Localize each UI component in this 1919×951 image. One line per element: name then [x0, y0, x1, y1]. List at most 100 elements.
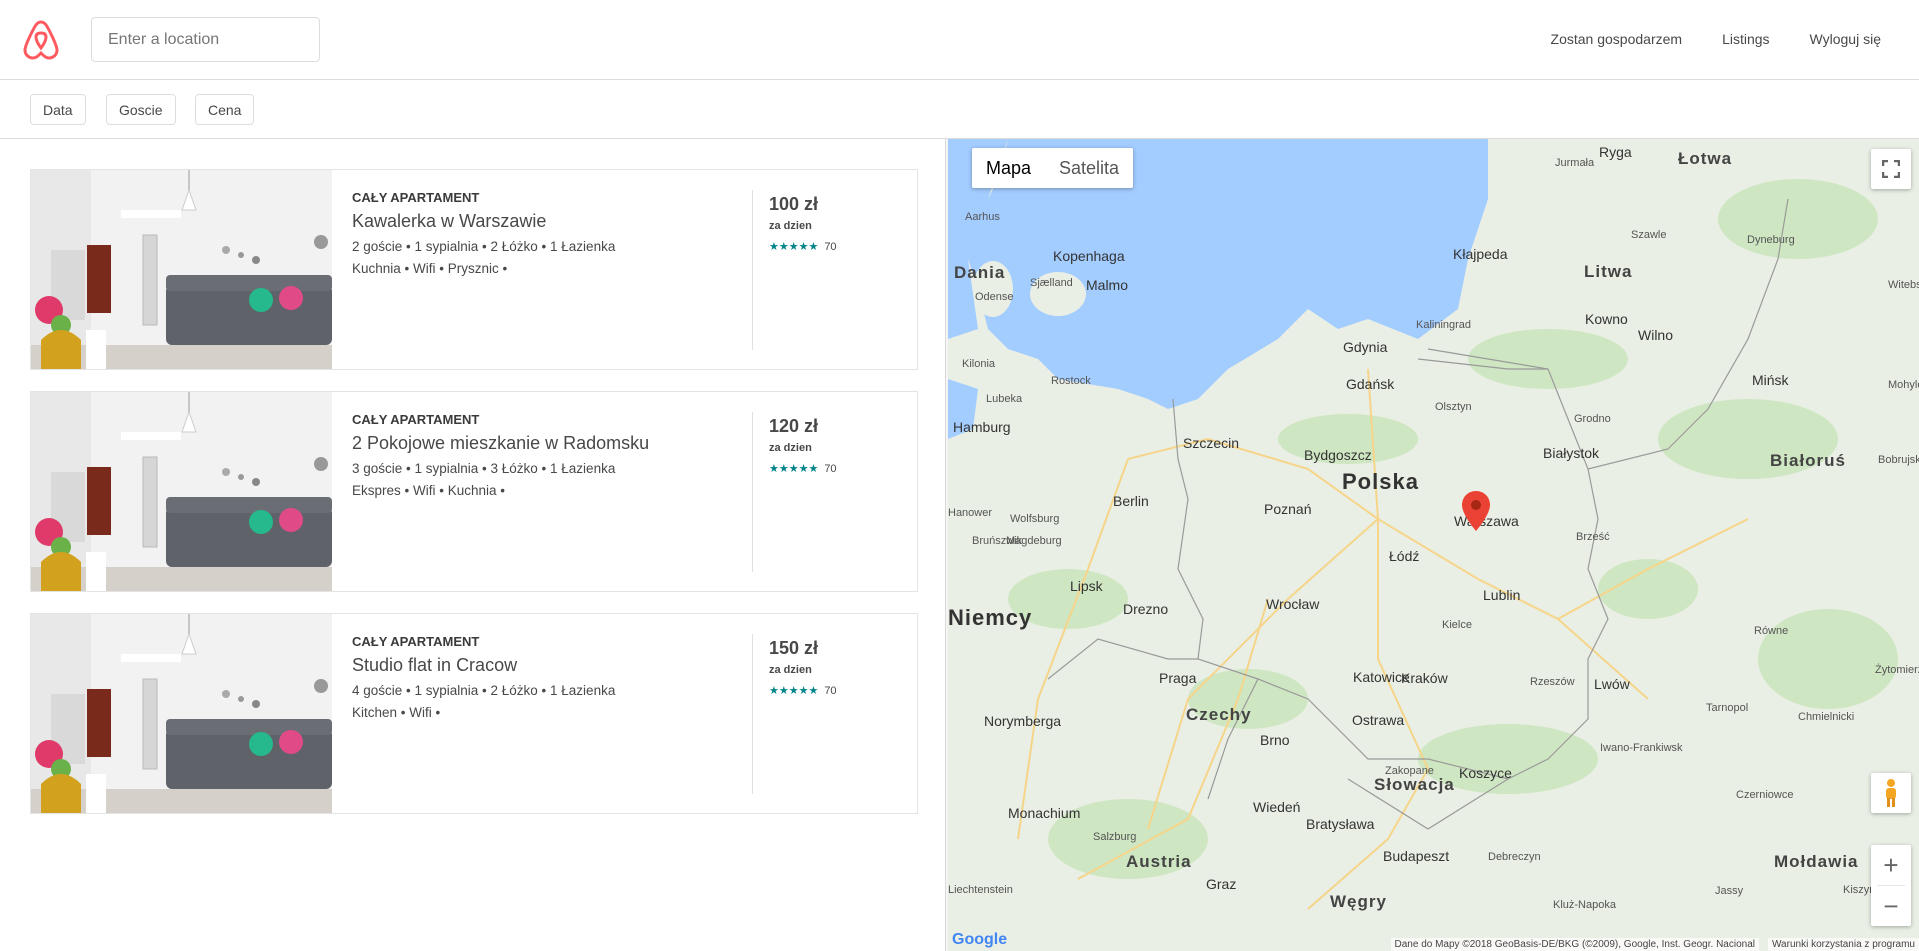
map-label-city: Jurmała: [1555, 157, 1595, 169]
listing-photo[interactable]: [31, 170, 332, 369]
listing-title[interactable]: 2 Pokojowe mieszkanie w Radomsku: [352, 433, 732, 454]
map-label-country: Austria: [1126, 852, 1192, 871]
listing-title[interactable]: Kawalerka w Warszawie: [352, 211, 732, 232]
map-label-country: Białoruś: [1770, 451, 1847, 470]
listing-info: CAŁY APARTAMENT Kawalerka w Warszawie 2 …: [352, 190, 732, 276]
map-label-city: Poznań: [1264, 501, 1312, 517]
listing-price-block: 100 zł za dzien ★★★★★ 70: [769, 194, 837, 253]
map-type-map-button[interactable]: Mapa: [972, 148, 1045, 188]
listing-price: 100 zł: [769, 194, 819, 214]
nav-become-host-link[interactable]: Zostan gospodarzem: [1551, 31, 1683, 47]
map-label-country: Czechy: [1186, 705, 1252, 724]
map-label-city: Żytomierz: [1875, 664, 1919, 676]
listing-photo[interactable]: [31, 614, 332, 813]
map-terms-link[interactable]: Warunki korzystania z programu: [1767, 938, 1919, 951]
map-label-city: Olsztyn: [1435, 401, 1472, 413]
map-label-country: Łotwa: [1678, 149, 1733, 168]
map-label-city: Bratysława: [1306, 816, 1375, 832]
map-label-city: Aarhus: [965, 211, 1000, 223]
price-period: za dzien: [769, 442, 812, 454]
map-label-city: Jassy: [1715, 885, 1744, 897]
location-search-input[interactable]: [91, 17, 320, 62]
map-label-country: Niemcy: [948, 605, 1033, 630]
map-label-city: Białystok: [1543, 445, 1600, 461]
map-label-city: Monachium: [1008, 805, 1081, 821]
map-label-city: Debreczyn: [1488, 851, 1541, 863]
map-label-city: Witebsk: [1888, 279, 1919, 291]
location-pin-icon[interactable]: [1462, 491, 1490, 531]
map-type-satellite-button[interactable]: Satelita: [1045, 148, 1133, 188]
map-label-city: Gdańsk: [1346, 376, 1395, 392]
map-attribution: Dane do Mapy ©2018 GeoBasis-DE/BKG (©200…: [1390, 938, 1759, 951]
filter-date-button[interactable]: Data: [30, 94, 86, 125]
listing-amenities: Ekspres • Wifi • Kuchnia •: [352, 483, 505, 498]
fullscreen-icon: [1882, 160, 1900, 178]
map-label-city: Lipsk: [1070, 578, 1103, 594]
map-label-city: Brno: [1260, 732, 1290, 748]
listing-type: CAŁY APARTAMENT: [352, 412, 480, 427]
listing-type: CAŁY APARTAMENT: [352, 634, 480, 649]
map-label-city: Ryga: [1599, 144, 1632, 160]
star-rating-icon: ★★★★★: [769, 463, 819, 475]
listing-price: 120 zł: [769, 416, 819, 436]
map-view[interactable]: Polska Niemcy Czechy Słowacja Austria Wę…: [948, 139, 1919, 951]
map-label-city: Mińsk: [1752, 372, 1789, 388]
map-label-city: Wrocław: [1266, 596, 1320, 612]
listing-card[interactable]: CAŁY APARTAMENT 2 Pokojowe mieszkanie w …: [30, 391, 918, 592]
map-label-city: Lublin: [1483, 587, 1521, 603]
review-count: 70: [824, 462, 837, 475]
street-view-button[interactable]: [1871, 773, 1911, 813]
listing-info: CAŁY APARTAMENT 2 Pokojowe mieszkanie w …: [352, 412, 732, 498]
map-label-city: Zakopane: [1385, 765, 1434, 777]
filter-price-button[interactable]: Cena: [195, 94, 255, 125]
map-label-city: Berlin: [1113, 493, 1149, 509]
map-label-country: Słowacja: [1374, 775, 1455, 794]
listing-details: 4 goście • 1 sypialnia • 2 Łóżko • 1 Łaz…: [352, 683, 616, 698]
map-label-city: Tarnopol: [1706, 702, 1749, 714]
map-label-city: Liechtenstein: [948, 884, 1013, 896]
map-label-city: Bruńszwik: [972, 535, 1023, 547]
nav-logout-link[interactable]: Wyloguj się: [1810, 31, 1881, 47]
map-label-country: Litwa: [1584, 262, 1633, 281]
pegman-icon: [1886, 779, 1896, 807]
map-label-city: Chmielnicki: [1798, 711, 1855, 723]
map-label-city: Koszyce: [1459, 765, 1512, 781]
map-label-city: Wiedeń: [1253, 799, 1301, 815]
top-nav: Zostan gospodarzem Listings Wyloguj się: [1511, 0, 1881, 78]
map-label-city: Sjælland: [1030, 277, 1073, 289]
price-period: za dzien: [769, 664, 812, 676]
listing-photo[interactable]: [31, 392, 332, 591]
top-header: Zostan gospodarzem Listings Wyloguj się: [0, 0, 1919, 80]
listing-type: CAŁY APARTAMENT: [352, 190, 480, 205]
map-label-city: Kluż-Napoka: [1553, 899, 1616, 911]
map-label-city: Kłajpeda: [1453, 246, 1508, 262]
map-label-country: Polska: [1342, 469, 1419, 494]
map-label-city: Bobrujsk: [1878, 454, 1919, 466]
map-label-city: Lwów: [1594, 676, 1630, 692]
map-label-city: Odense: [975, 291, 1014, 303]
listing-card[interactable]: CAŁY APARTAMENT Kawalerka w Warszawie 2 …: [30, 169, 918, 370]
map-label-city: Praga: [1159, 670, 1197, 686]
zoom-in-button[interactable]: +: [1883, 845, 1898, 885]
listing-title[interactable]: Studio flat in Cracow: [352, 655, 732, 676]
map-label-city: Kaliningrad: [1416, 319, 1472, 331]
airbnb-logo-icon[interactable]: [20, 18, 62, 60]
listing-rating: ★★★★★ 70: [769, 684, 837, 698]
listing-price-block: 120 zł za dzien ★★★★★ 70: [769, 416, 837, 475]
map-label-city: Równe: [1754, 625, 1789, 637]
nav-listings-link[interactable]: Listings: [1722, 31, 1769, 47]
google-logo[interactable]: Google: [952, 931, 1007, 949]
fullscreen-button[interactable]: [1871, 149, 1911, 189]
map-label-city: Kowno: [1585, 311, 1628, 327]
star-rating-icon: ★★★★★: [769, 241, 819, 253]
map-label-city: Wolfsburg: [1010, 513, 1060, 525]
filter-guests-button[interactable]: Goscie: [106, 94, 176, 125]
listing-amenities: Kuchnia • Wifi • Prysznic •: [352, 261, 508, 276]
listings-list: CAŁY APARTAMENT Kawalerka w Warszawie 2 …: [30, 169, 918, 835]
map-label-city: Bydgoszcz: [1304, 447, 1372, 463]
map-label-city: Iwano-Frankiwsk: [1600, 742, 1683, 754]
map-label-city: Budapeszt: [1383, 848, 1450, 864]
divider: [752, 412, 753, 572]
zoom-out-button[interactable]: −: [1883, 886, 1898, 926]
listing-card[interactable]: CAŁY APARTAMENT Studio flat in Cracow 4 …: [30, 613, 918, 814]
